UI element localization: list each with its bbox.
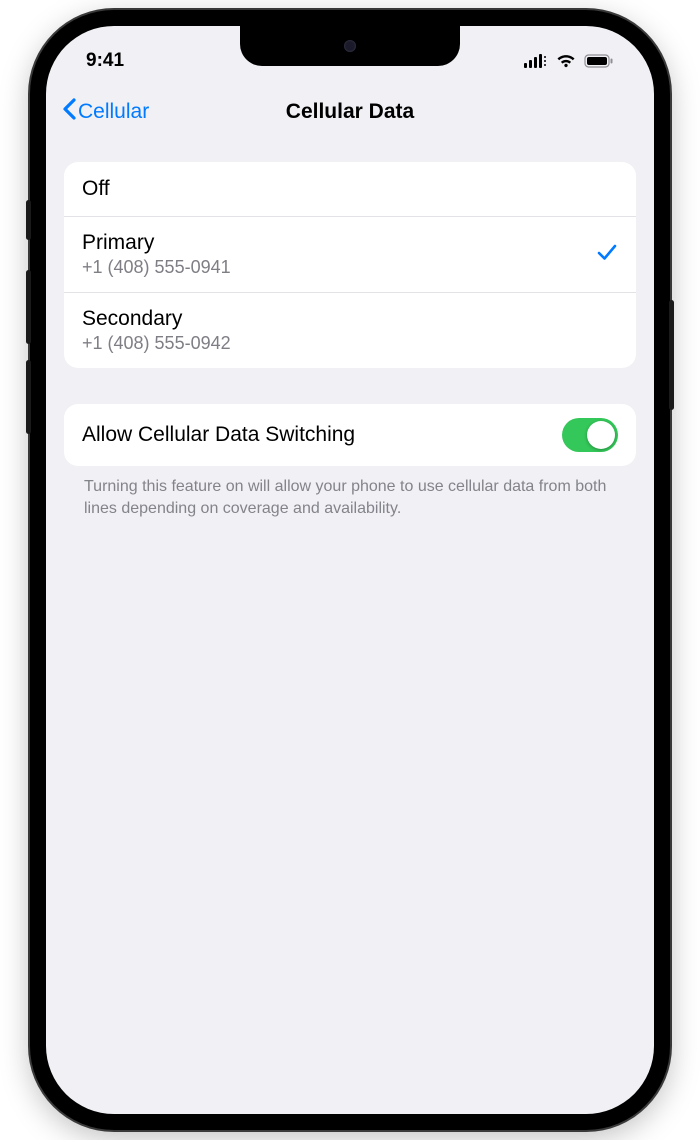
line-title: Off: [82, 177, 110, 201]
line-option-off[interactable]: Off: [64, 162, 636, 216]
line-title: Secondary: [82, 307, 231, 331]
lines-group: Off Primary +1 (408) 555-0941 Secondary: [64, 162, 636, 368]
navigation-bar: Cellular Cellular Data: [46, 86, 654, 138]
checkmark-icon: [596, 241, 618, 268]
screen: 9:41: [46, 26, 654, 1114]
battery-icon: [584, 54, 614, 68]
chevron-left-icon: [62, 98, 76, 126]
line-option-primary[interactable]: Primary +1 (408) 555-0941: [64, 216, 636, 292]
device-frame: 9:41: [30, 10, 670, 1130]
switching-label: Allow Cellular Data Switching: [82, 423, 355, 447]
line-number: +1 (408) 555-0941: [82, 257, 231, 278]
line-number: +1 (408) 555-0942: [82, 333, 231, 354]
wifi-icon: [556, 54, 576, 68]
switching-group: Allow Cellular Data Switching: [64, 404, 636, 466]
dual-signal-icon: [524, 54, 548, 68]
back-button[interactable]: Cellular: [62, 98, 149, 126]
back-label: Cellular: [78, 100, 149, 124]
allow-switching-row[interactable]: Allow Cellular Data Switching: [64, 404, 636, 466]
notch: [240, 26, 460, 66]
line-title: Primary: [82, 231, 231, 255]
switching-description: Turning this feature on will allow your …: [64, 466, 636, 519]
switching-toggle[interactable]: [562, 418, 618, 452]
status-time: 9:41: [86, 40, 124, 72]
line-option-secondary[interactable]: Secondary +1 (408) 555-0942: [64, 292, 636, 368]
